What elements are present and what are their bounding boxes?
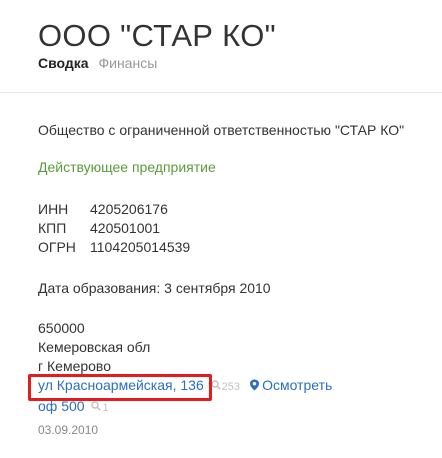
magnifier-icon xyxy=(210,380,221,390)
address-block: 650000 Кемеровская обл г Кемерово ул Кра… xyxy=(38,319,332,418)
divider xyxy=(0,92,442,93)
company-full-name: Общество с ограниченной ответственностью… xyxy=(38,122,405,138)
codes-block: ИНН 4205206176 КПП 420501001 ОГРН 110420… xyxy=(38,200,190,257)
office-count: 1 xyxy=(91,401,109,414)
kpp-label: КПП xyxy=(38,220,67,236)
inn-row: ИНН 4205206176 xyxy=(38,200,190,219)
ogrn-row: ОГРН 1104205014539 xyxy=(38,238,190,257)
registration-date: Дата образования: 3 сентября 2010 xyxy=(38,280,271,296)
region: Кемеровская обл xyxy=(38,339,151,355)
company-title: ООО "СТАР КО" xyxy=(38,18,276,53)
inn-label: ИНН xyxy=(38,201,69,217)
tabs: Сводка Финансы xyxy=(38,55,157,71)
street-count-value: 253 xyxy=(221,381,240,393)
postal-code: 650000 xyxy=(38,320,85,336)
view-on-map-label: Осмотреть xyxy=(262,377,333,393)
tab-finance[interactable]: Финансы xyxy=(98,55,157,71)
magnifier-icon xyxy=(91,401,102,411)
street-highlight-box xyxy=(28,374,212,401)
inn-value: 4205206176 xyxy=(90,201,168,217)
update-date: 03.09.2010 xyxy=(38,423,99,437)
office-count-value: 1 xyxy=(102,402,109,414)
ogrn-label: ОГРН xyxy=(38,239,76,255)
tab-summary[interactable]: Сводка xyxy=(38,55,89,71)
street-count: 253 xyxy=(210,380,243,393)
kpp-row: КПП 420501001 xyxy=(38,219,190,238)
ogrn-value: 1104205014539 xyxy=(90,239,191,255)
view-on-map-link[interactable]: Осмотреть xyxy=(249,377,332,393)
company-status: Действующее предприятие xyxy=(38,159,216,175)
kpp-value: 420501001 xyxy=(90,220,161,236)
map-pin-icon xyxy=(250,379,260,391)
